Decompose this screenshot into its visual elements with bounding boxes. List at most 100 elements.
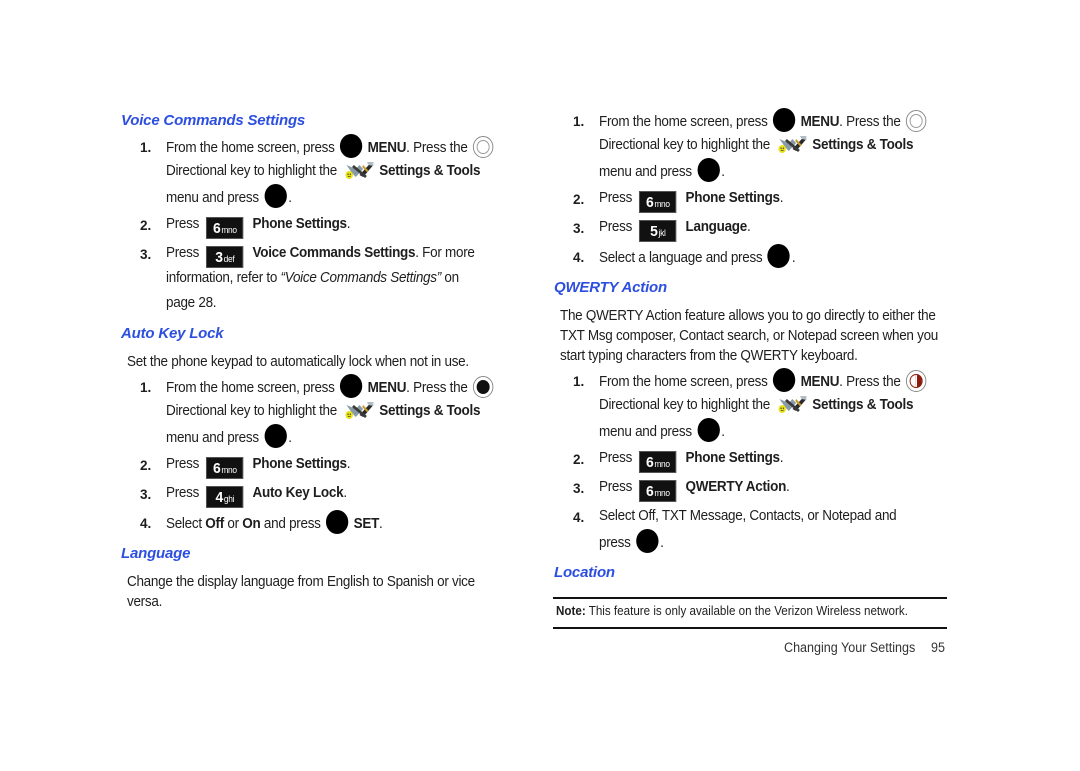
qwerty-step-4-line2: press . xyxy=(599,529,664,556)
heading-qwerty-action: QWERTY Action xyxy=(554,279,667,296)
step-text: Press xyxy=(166,216,200,232)
menu-key-icon xyxy=(339,374,363,398)
language-step-1-line2: Directional key to highlight the Setting… xyxy=(599,133,913,158)
key-letters: jkl xyxy=(658,228,666,238)
step-number: 3. xyxy=(140,487,152,502)
period: . xyxy=(791,250,796,266)
key-6-icon: 6mno xyxy=(639,480,677,502)
autokey-step-2: Press 6mno Phone Settings. xyxy=(166,452,351,479)
step-number: 4. xyxy=(573,510,585,525)
period: . xyxy=(721,164,725,180)
settings-tools-label: Settings & Tools xyxy=(812,137,914,153)
ok-key-icon xyxy=(264,424,287,448)
note-label: Note: xyxy=(556,604,586,618)
step-text: on xyxy=(440,270,459,286)
step-text: Press xyxy=(166,485,200,501)
menu-key-icon xyxy=(339,134,363,158)
qwerty-step-2: Press 6mno Phone Settings. xyxy=(599,446,784,473)
period: . xyxy=(786,479,790,495)
step-text: menu and press xyxy=(166,430,259,446)
key-letters: ghi xyxy=(223,494,235,504)
step-number: 4. xyxy=(573,250,585,265)
ok-key-icon xyxy=(767,244,791,268)
qwerty-step-1-line2: Directional key to highlight the Setting… xyxy=(599,393,913,418)
qwerty-intro: The QWERTY Action feature allows you to … xyxy=(560,308,939,364)
key-letters: mno xyxy=(654,459,670,469)
ok-key-icon xyxy=(635,529,659,553)
directional-key-icon xyxy=(905,110,927,132)
step-number: 1. xyxy=(140,380,152,395)
footer-section-title: Changing Your Settings xyxy=(784,640,916,655)
step-text: . Press the xyxy=(839,374,901,390)
step-text: Directional key to highlight the xyxy=(599,397,770,413)
language-label: Language xyxy=(685,219,748,235)
voice-step-3-line3: page 28. xyxy=(166,295,217,311)
menu-label: MENU xyxy=(367,140,407,156)
step-text: menu and press xyxy=(599,164,692,180)
step-text: . Press the xyxy=(406,380,468,396)
directional-key-icon xyxy=(905,370,927,392)
step-text: Press xyxy=(599,219,633,235)
key-digit: 6 xyxy=(645,194,654,211)
step-text: press xyxy=(599,535,631,551)
period: . xyxy=(288,430,292,446)
step-number: 3. xyxy=(573,481,585,496)
step-text: and press xyxy=(260,516,321,532)
cross-reference-link[interactable]: “Voice Commands Settings” xyxy=(281,270,442,286)
key-letters: def xyxy=(223,254,235,264)
settings-tools-icon xyxy=(342,159,374,181)
period: . xyxy=(346,216,351,232)
period: . xyxy=(721,424,725,440)
autokey-step-1: From the home screen, press MENU. Press … xyxy=(166,374,495,401)
autokey-step-1-line2: Directional key to highlight the Setting… xyxy=(166,399,480,424)
key-letters: mno xyxy=(654,488,670,498)
period: . xyxy=(779,190,784,206)
key-6-icon: 6mno xyxy=(639,451,677,473)
period: . xyxy=(343,485,347,501)
off-option: Off xyxy=(205,516,224,532)
language-step-3: Press 5jkl Language. xyxy=(599,215,751,242)
key-digit: 6 xyxy=(645,483,654,500)
note-bottom-rule xyxy=(553,627,947,629)
step-text: From the home screen, press xyxy=(166,380,335,396)
phone-settings-label: Phone Settings xyxy=(252,456,348,472)
autokey-step-3: Press 4ghi Auto Key Lock. xyxy=(166,481,347,508)
step-text: menu and press xyxy=(599,424,692,440)
voice-step-2: Press 6mno Phone Settings. xyxy=(166,212,351,239)
key-digit: 3 xyxy=(215,249,223,266)
auto-key-lock-intro: Set the phone keypad to automatically lo… xyxy=(127,354,469,370)
voice-step-3-line2: information, refer to “Voice Commands Se… xyxy=(166,266,459,291)
menu-key-icon xyxy=(772,368,796,392)
key-4-icon: 4ghi xyxy=(206,486,244,508)
qwerty-step-4: Select Off, TXT Message, Contacts, or No… xyxy=(599,508,897,524)
menu-label: MENU xyxy=(367,380,407,396)
directional-key-icon xyxy=(472,376,494,398)
key-letters: mno xyxy=(654,199,670,209)
language-step-2: Press 6mno Phone Settings. xyxy=(599,186,784,213)
language-step-1-line3: menu and press . xyxy=(599,158,725,185)
step-text: menu and press xyxy=(166,190,259,206)
step-text: Directional key to highlight the xyxy=(166,163,337,179)
step-number: 1. xyxy=(573,374,585,389)
heading-auto-key-lock: Auto Key Lock xyxy=(121,325,224,342)
step-text: Press xyxy=(166,245,200,261)
step-number: 1. xyxy=(573,114,585,129)
period: . xyxy=(660,535,664,551)
step-text: Press xyxy=(166,456,200,472)
voice-step-1-line3: menu and press . xyxy=(166,184,292,211)
step-text: . Press the xyxy=(406,140,468,156)
key-6-icon: 6mno xyxy=(639,191,677,213)
step-text: Directional key to highlight the xyxy=(599,137,770,153)
period: . xyxy=(779,450,784,466)
heading-location: Location xyxy=(554,564,615,581)
language-intro: Change the display language from English… xyxy=(127,574,475,610)
voice-commands-settings-label: Voice Commands Settings xyxy=(252,245,416,261)
step-text: Press xyxy=(599,450,633,466)
step-number: 3. xyxy=(140,247,152,262)
step-text: Directional key to highlight the xyxy=(166,403,337,419)
voice-step-1: From the home screen, press MENU. Press … xyxy=(166,134,495,161)
step-text: or xyxy=(223,516,243,532)
heading-voice-commands-settings: Voice Commands Settings xyxy=(121,112,306,129)
voice-step-1-line2: Directional key to highlight the Setting… xyxy=(166,159,480,184)
period: . xyxy=(747,219,751,235)
